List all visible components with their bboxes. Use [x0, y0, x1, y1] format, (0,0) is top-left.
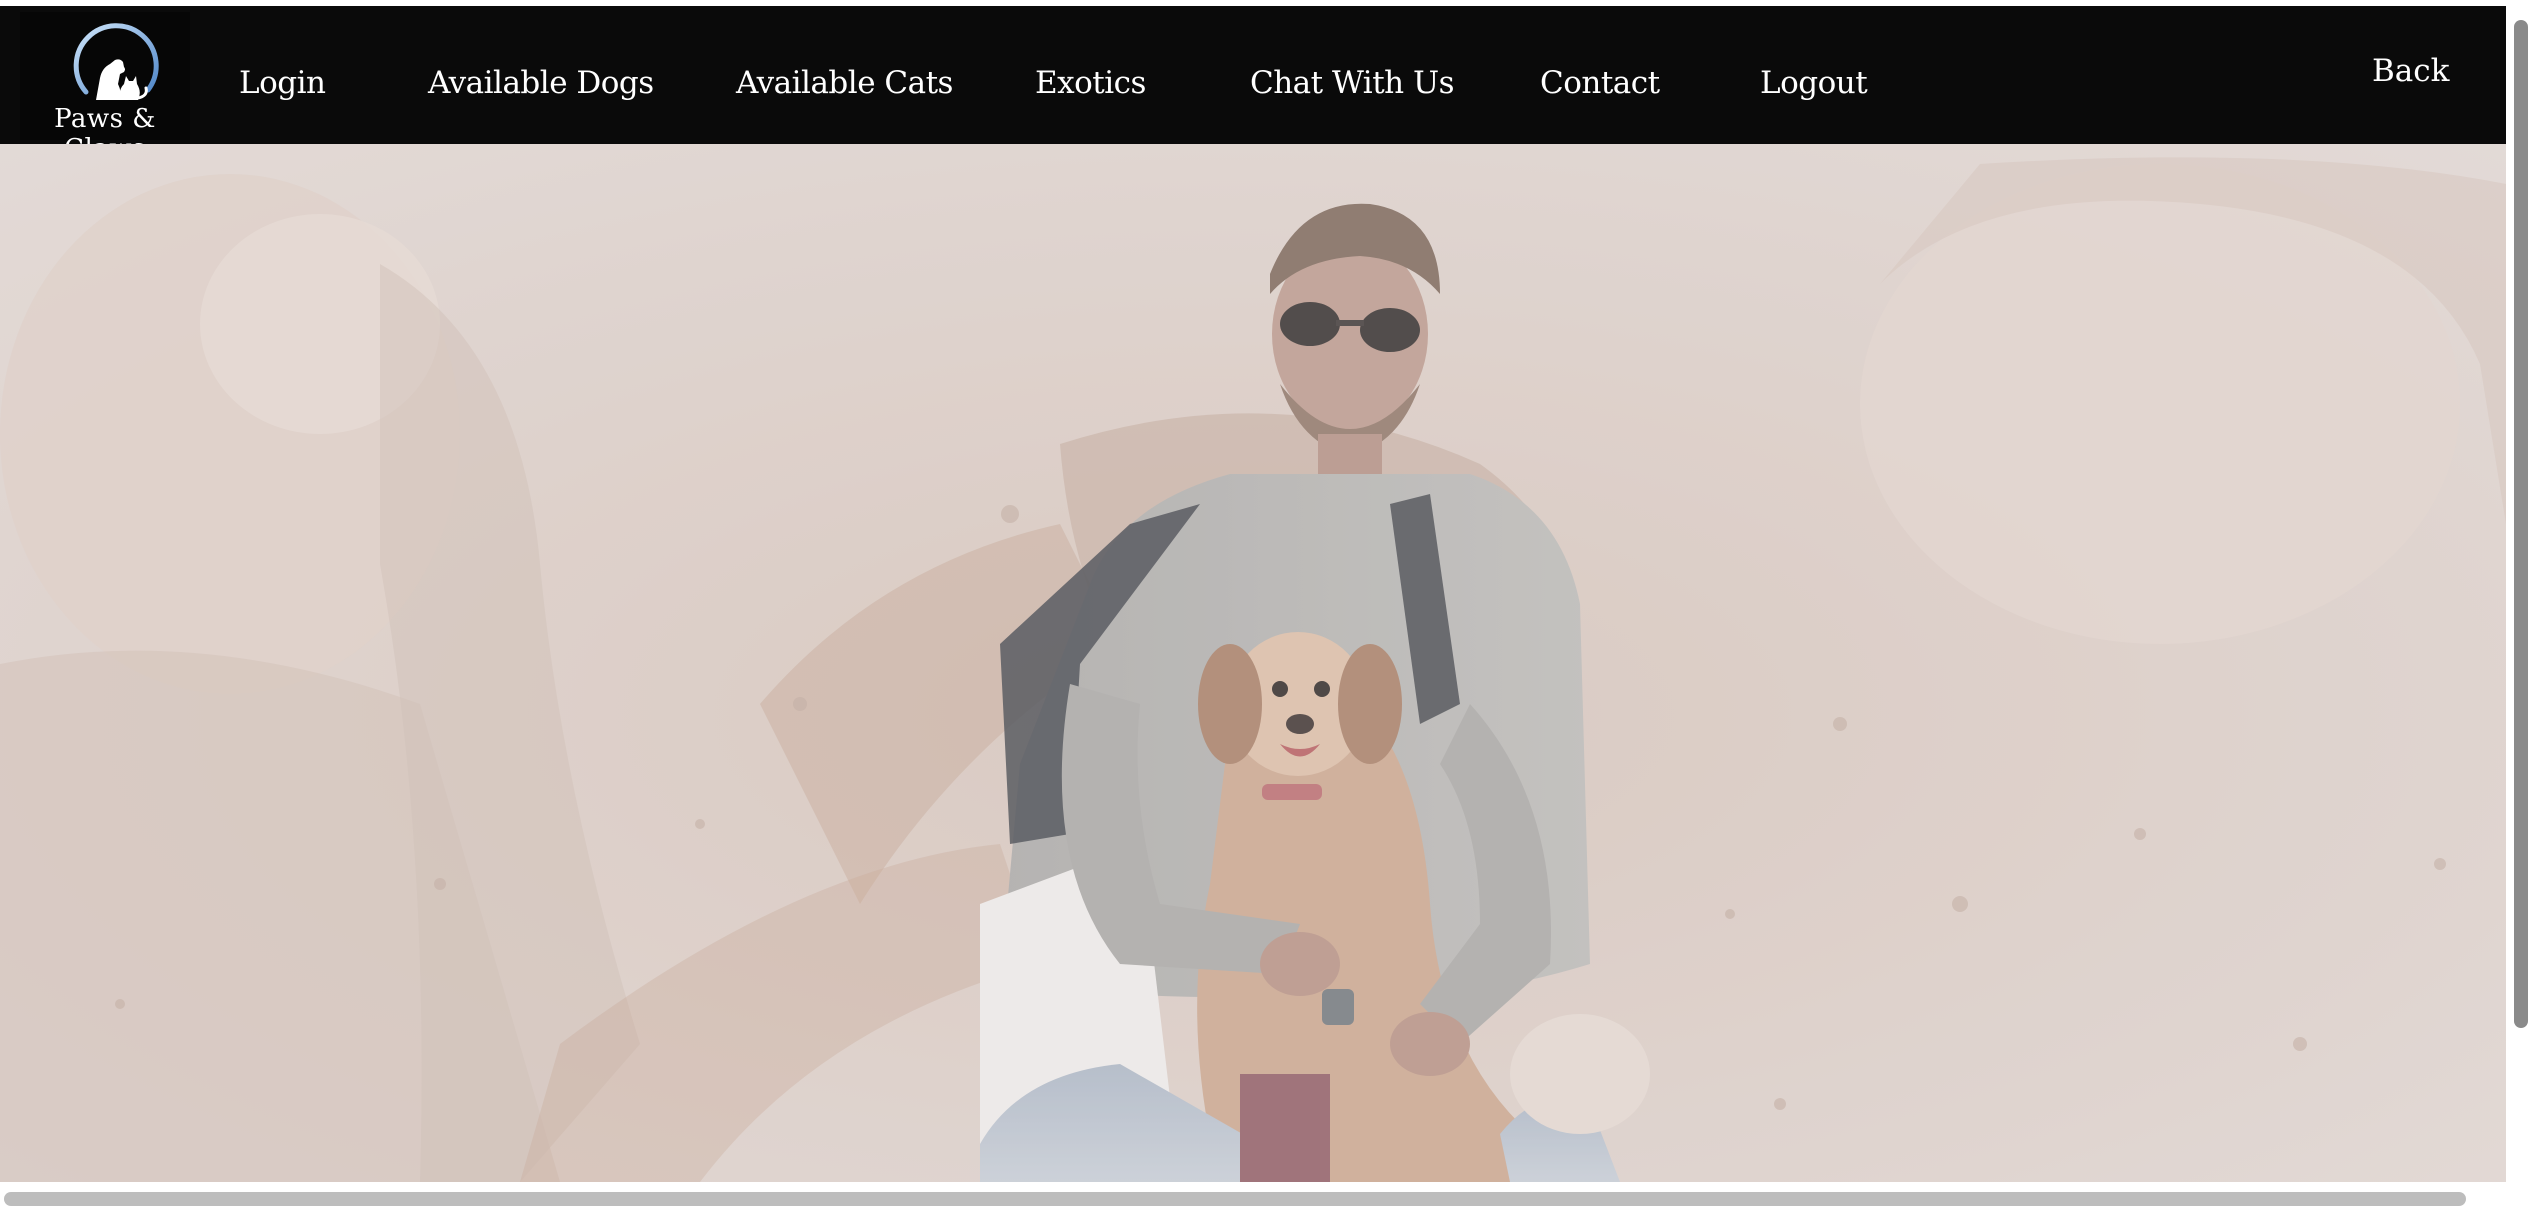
nav-logout-link[interactable]: Logout — [1760, 58, 1868, 108]
horizontal-scrollbar[interactable] — [0, 1182, 2506, 1213]
nav-available-dogs-link[interactable]: Available Dogs — [428, 58, 654, 108]
nav-available-cats-link[interactable]: Available Cats — [736, 58, 953, 108]
back-link[interactable]: Back — [2372, 46, 2449, 96]
nav-login-link[interactable]: Login — [239, 58, 326, 108]
page: Paws & Claws Login Available Dogs Availa… — [0, 0, 2536, 1213]
nav-chat-with-us-link[interactable]: Chat With Us — [1250, 58, 1455, 108]
brand-logo[interactable]: Paws & Claws — [20, 12, 190, 164]
nav-contact-link[interactable]: Contact — [1540, 58, 1660, 108]
horizontal-scrollbar-thumb[interactable] — [4, 1192, 2466, 1206]
top-navbar: Paws & Claws Login Available Dogs Availa… — [0, 6, 2506, 164]
nav-exotics-link[interactable]: Exotics — [1035, 58, 1146, 108]
hero-photo-collage — [0, 144, 2506, 1182]
vertical-scrollbar[interactable] — [2506, 0, 2536, 1213]
hero-image — [0, 144, 2506, 1182]
vertical-scrollbar-thumb[interactable] — [2514, 20, 2528, 1028]
